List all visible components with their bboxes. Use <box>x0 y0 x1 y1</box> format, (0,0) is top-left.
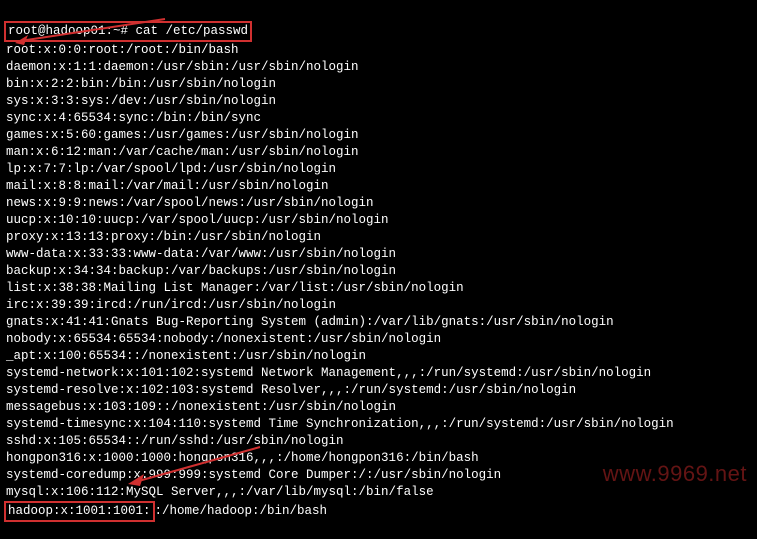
output-line: lp:x:7:7:lp:/var/spool/lpd:/usr/sbin/nol… <box>6 161 751 178</box>
output-line: irc:x:39:39:ircd:/run/ircd:/usr/sbin/nol… <box>6 297 751 314</box>
output-line: mail:x:8:8:mail:/var/mail:/usr/sbin/nolo… <box>6 178 751 195</box>
output-line: backup:x:34:34:backup:/var/backups:/usr/… <box>6 263 751 280</box>
output-line: uucp:x:10:10:uucp:/var/spool/uucp:/usr/s… <box>6 212 751 229</box>
output-line: systemd-resolve:x:102:103:systemd Resolv… <box>6 382 751 399</box>
output-line: news:x:9:9:news:/var/spool/news:/usr/sbi… <box>6 195 751 212</box>
output-line: messagebus:x:103:109::/nonexistent:/usr/… <box>6 399 751 416</box>
output-line: systemd-coredump:x:999:999:systemd Core … <box>6 467 751 484</box>
output-line: man:x:6:12:man:/var/cache/man:/usr/sbin/… <box>6 144 751 161</box>
output-line: hadoop:x:1001:1001::/home/hadoop:/bin/ba… <box>6 501 751 522</box>
output-line: sys:x:3:3:sys:/dev:/usr/sbin/nologin <box>6 93 751 110</box>
output-line: gnats:x:41:41:Gnats Bug-Reporting System… <box>6 314 751 331</box>
terminal-output[interactable]: root@hadoop01:~# cat /etc/passwdroot:x:0… <box>6 4 751 539</box>
output-line: www-data:x:33:33:www-data:/var/www:/usr/… <box>6 246 751 263</box>
output-line: root:x:0:0:root:/root:/bin/bash <box>6 42 751 59</box>
user-highlight: hadoop:x:1001:1001: <box>4 501 155 522</box>
output-line: _apt:x:100:65534::/nonexistent:/usr/sbin… <box>6 348 751 365</box>
output-line: games:x:5:60:games:/usr/games:/usr/sbin/… <box>6 127 751 144</box>
prompt-line: root@hadoop01:~# cat /etc/passwd <box>6 21 751 42</box>
output-line: nobody:x:65534:65534:nobody:/nonexistent… <box>6 331 751 348</box>
output-line: systemd-network:x:101:102:systemd Networ… <box>6 365 751 382</box>
output-line: mysql:x:106:112:MySQL Server,,,:/var/lib… <box>6 484 751 501</box>
output-line: proxy:x:13:13:proxy:/bin:/usr/sbin/nolog… <box>6 229 751 246</box>
output-text: :/home/hadoop:/bin/bash <box>155 504 328 518</box>
output-line: systemd-timesync:x:104:110:systemd Time … <box>6 416 751 433</box>
output-line: list:x:38:38:Mailing List Manager:/var/l… <box>6 280 751 297</box>
command-highlight: root@hadoop01:~# cat /etc/passwd <box>4 21 252 42</box>
output-line: hongpon316:x:1000:1000:hongpon316,,,:/ho… <box>6 450 751 467</box>
output-line: sync:x:4:65534:sync:/bin:/bin/sync <box>6 110 751 127</box>
output-line: daemon:x:1:1:daemon:/usr/sbin:/usr/sbin/… <box>6 59 751 76</box>
output-line: bin:x:2:2:bin:/bin:/usr/sbin/nologin <box>6 76 751 93</box>
output-line: sshd:x:105:65534::/run/sshd:/usr/sbin/no… <box>6 433 751 450</box>
